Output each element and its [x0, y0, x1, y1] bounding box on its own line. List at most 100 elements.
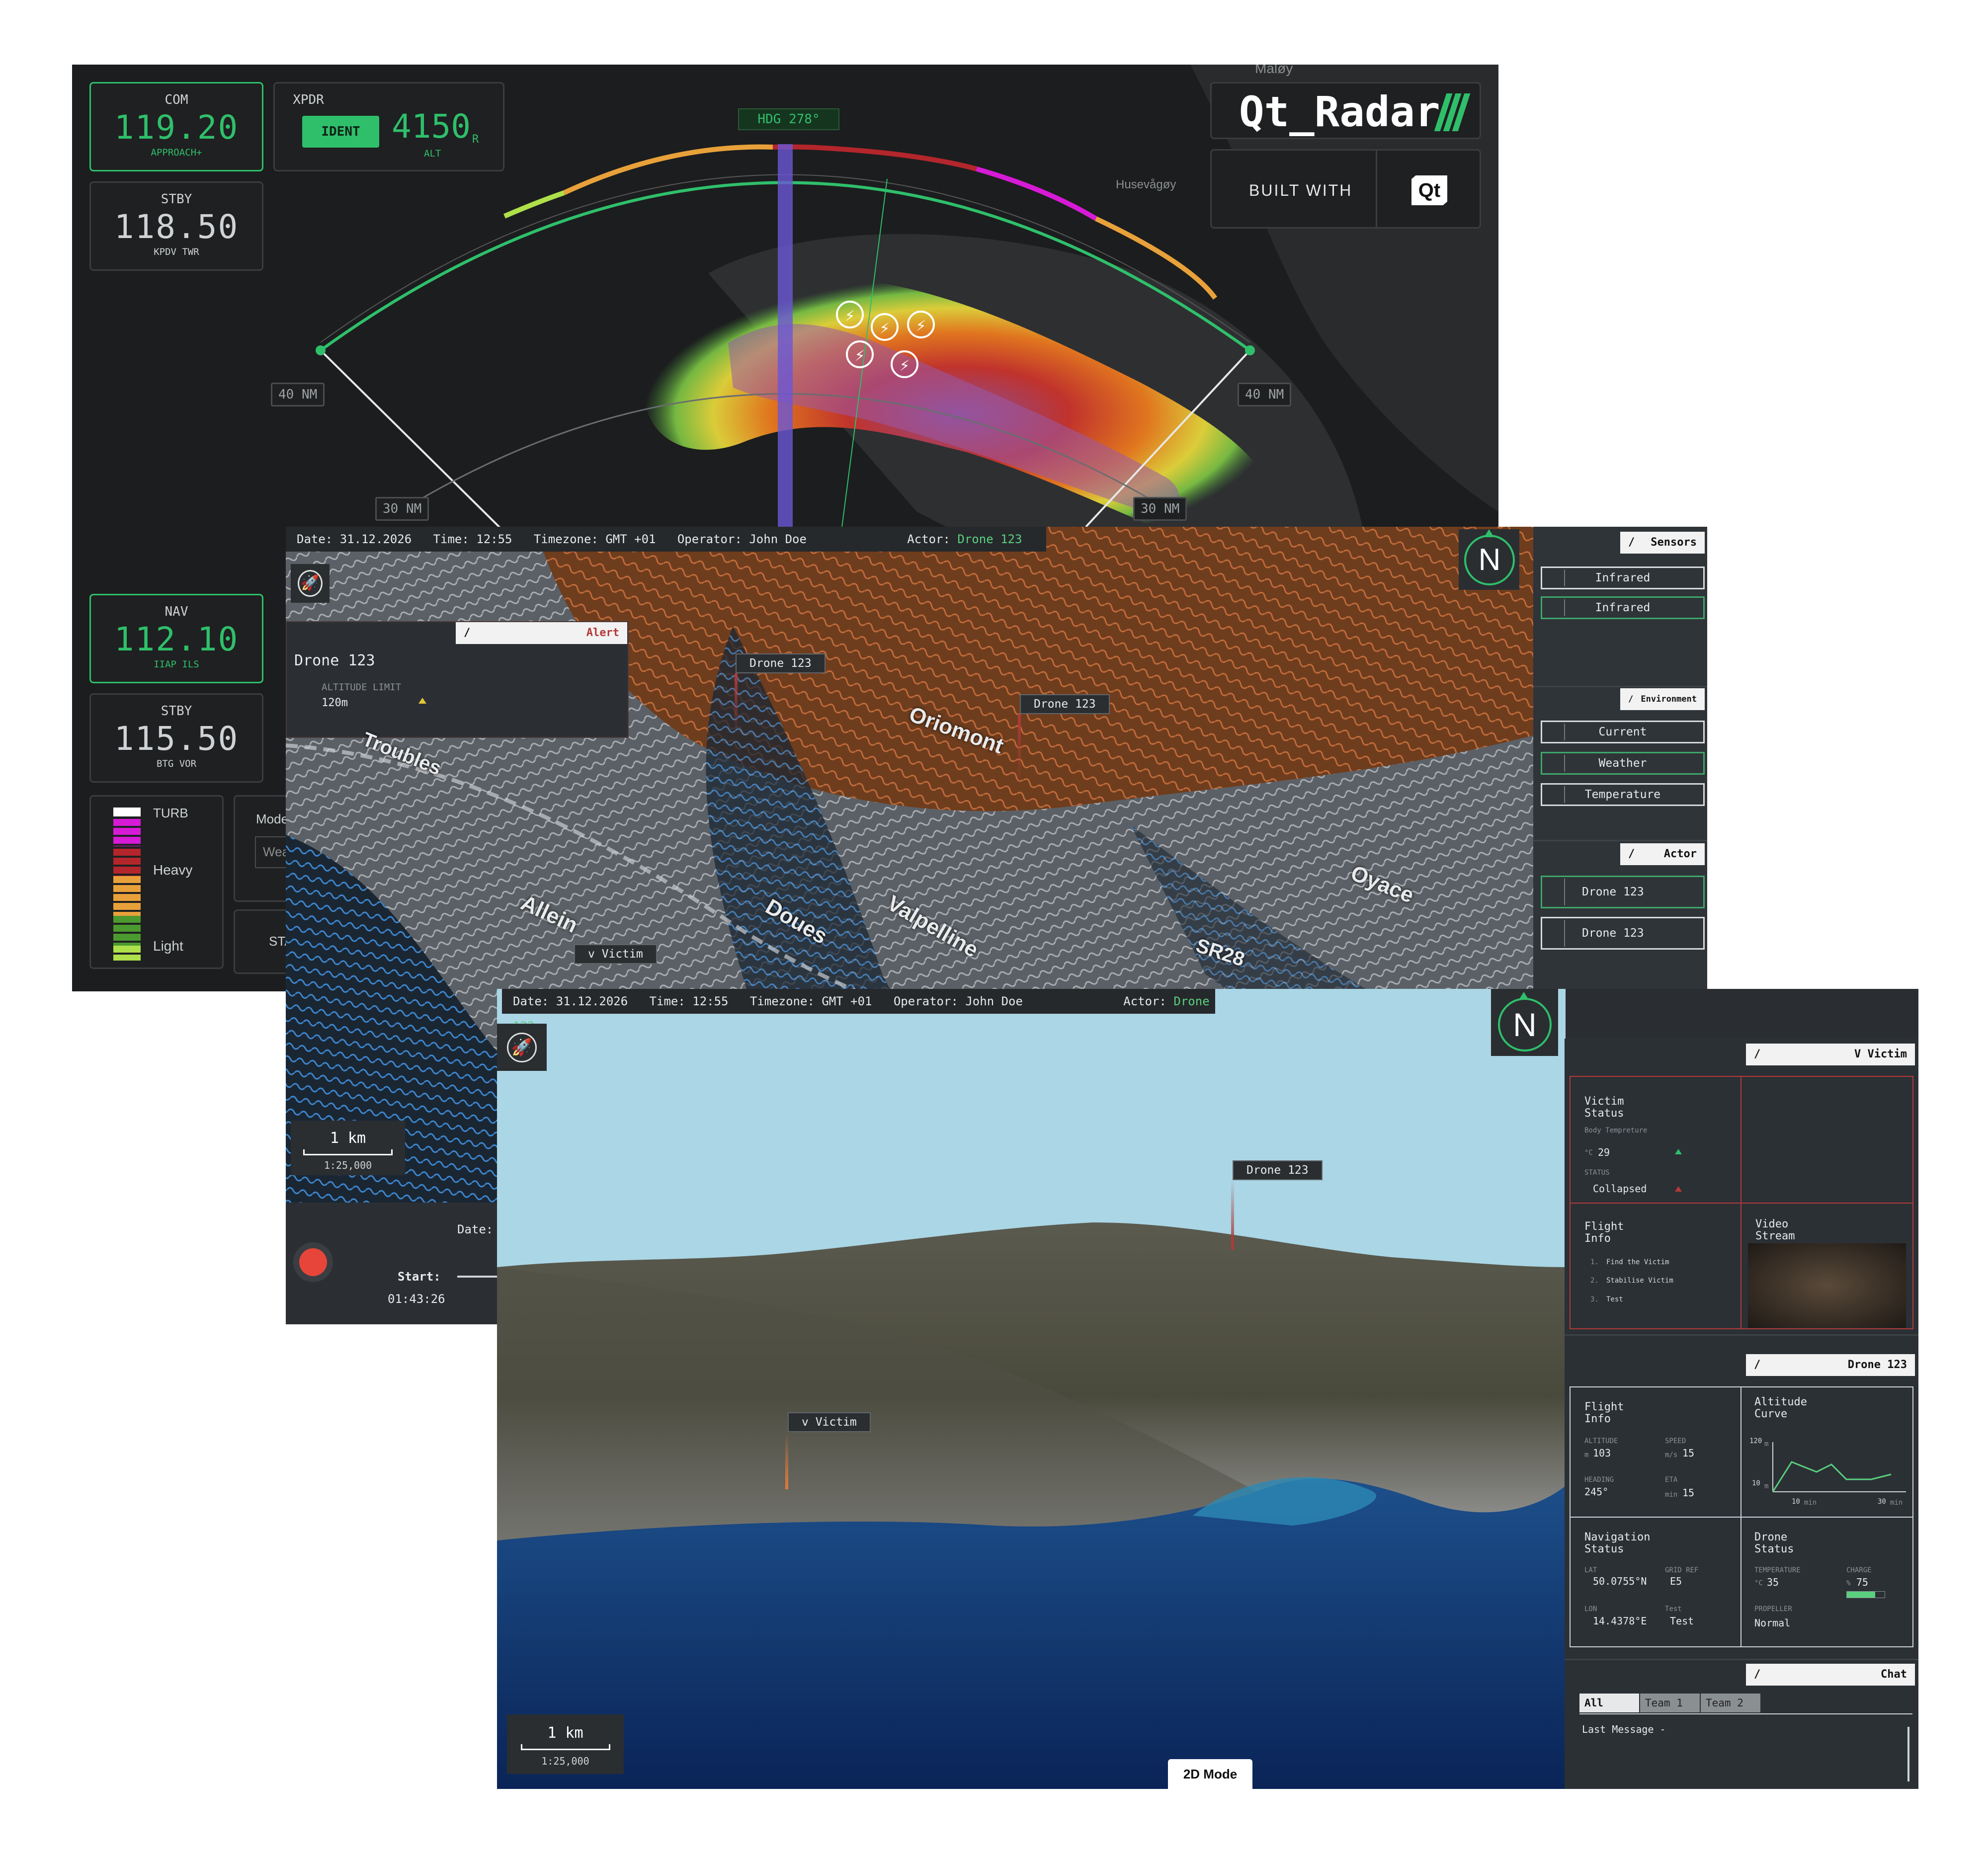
- lightning-icon: ⚡: [891, 350, 918, 378]
- actor-drone-button[interactable]: Drone 123: [1541, 917, 1705, 950]
- xpdr-panel: XPDR IDENT 4150 R ALT: [273, 82, 504, 171]
- alt-curve-y-unit: m: [1764, 1440, 1769, 1448]
- drone-icon: [1544, 879, 1565, 905]
- altitude-unit: m: [1584, 1451, 1589, 1459]
- 2d-mode-button[interactable]: 2D Mode: [1168, 1759, 1252, 1789]
- stby-sub: KPDV TWR: [154, 246, 199, 257]
- victim-title-bar: / V Victim: [1746, 1044, 1915, 1065]
- nav-sub: IIAP ILS: [154, 659, 199, 670]
- turbulence-legend: TURB Heavy Light: [89, 795, 224, 969]
- compass-button[interactable]: N: [1491, 989, 1558, 1056]
- record-button[interactable]: [293, 1242, 333, 1282]
- victim-marker-label[interactable]: v Victim: [574, 944, 657, 964]
- divider: [1571, 1517, 1912, 1518]
- chat-tab-team-2[interactable]: Team 2: [1701, 1694, 1760, 1712]
- current-icon: [1544, 724, 1565, 740]
- lat-value: 50.0755°N: [1593, 1575, 1647, 1587]
- mode-label: Mode: [256, 811, 289, 826]
- title-slash: /: [1754, 1359, 1761, 1371]
- speed-label: SPEED: [1665, 1437, 1686, 1445]
- mode-panel[interactable]: Mode Wea: [234, 795, 297, 902]
- place-name: Maløy: [1255, 65, 1293, 76]
- header-operator: Operator: John Doe: [893, 994, 1023, 1008]
- title-slash: /: [464, 627, 471, 639]
- alt-curve-x-tick: 10: [1792, 1498, 1800, 1506]
- stby-value: 118.50: [114, 208, 239, 246]
- title-slash: /: [1628, 694, 1634, 704]
- ident-button[interactable]: IDENT: [302, 116, 379, 148]
- legend-swatch: [113, 819, 141, 846]
- navigation-status-title: Navigation Status: [1584, 1531, 1651, 1555]
- charge-value: 75: [1856, 1576, 1869, 1588]
- temperature-value: 35: [1767, 1576, 1779, 1588]
- rocket-logo-button[interactable]: 🚀: [497, 1024, 547, 1071]
- grid-ref-label: GRID REF: [1665, 1566, 1699, 1574]
- env-weather-button[interactable]: Weather: [1541, 752, 1705, 775]
- drone-panel: Flight Info ALTITUDE m 103 SPEED m/s 15 …: [1570, 1386, 1913, 1647]
- actor-drone-button[interactable]: Drone 123: [1541, 876, 1705, 908]
- playback-date-label: Date:: [457, 1222, 494, 1236]
- stby-sub: BTG VOR: [156, 758, 197, 769]
- divider: [1376, 151, 1377, 227]
- eta-unit: min: [1665, 1491, 1678, 1499]
- title-slash: /: [1628, 848, 1635, 860]
- qt-logo: Qt: [1411, 175, 1447, 205]
- env-temperature-button[interactable]: Temperature: [1541, 783, 1705, 806]
- divider: [1533, 840, 1707, 841]
- stby-frequency[interactable]: STBY 118.50 KPDV TWR: [89, 181, 263, 271]
- environment-title-bar: / Environment: [1620, 688, 1705, 710]
- env-current-button[interactable]: Current: [1541, 721, 1705, 743]
- compass-arrow-icon: [1519, 992, 1529, 1000]
- heading-label: HEADING: [1584, 1476, 1614, 1484]
- actor-title-bar: / Actor: [1620, 843, 1705, 865]
- header-actor-label: Actor:: [907, 532, 950, 546]
- rocket-logo-button[interactable]: 🚀: [291, 564, 330, 603]
- scale-ratio: 1:25,000: [541, 1755, 589, 1767]
- com-frequency[interactable]: COM 119.20 APPROACH+: [89, 82, 263, 171]
- step-number: 2.: [1590, 1277, 1599, 1285]
- sensor-infrared-button[interactable]: Infrared: [1541, 596, 1705, 619]
- map-header: Date: 31.12.2026 Time: 12:55 Timezone: G…: [286, 527, 1046, 552]
- victim-marker-label[interactable]: v Victim: [788, 1412, 871, 1432]
- compass-button[interactable]: N: [1459, 529, 1519, 590]
- chat-tab-all[interactable]: All: [1579, 1694, 1639, 1712]
- terrain-3d-view[interactable]: [497, 989, 1566, 1789]
- drone-marker-label[interactable]: Drone 123: [1020, 694, 1110, 714]
- eta-label: ETA: [1665, 1476, 1678, 1484]
- video-stream-feed[interactable]: [1748, 1243, 1906, 1328]
- temperature-unit: °C: [1754, 1579, 1763, 1587]
- scale-distance: 1 km: [330, 1130, 366, 1147]
- legend-swatch: [113, 876, 141, 916]
- alert-panel: / Alert Drone 123 ALTITUDE LIMIT 120m: [286, 621, 629, 738]
- view-3d-window: Date: 31.12.2026 Time: 12:55 Timezone: G…: [497, 989, 1918, 1789]
- divider: [1533, 686, 1707, 687]
- drone-marker-label[interactable]: Drone 123: [736, 653, 826, 673]
- stby-value: 115.50: [114, 720, 239, 758]
- nav-frequency[interactable]: NAV 112.10 IIAP ILS: [89, 594, 263, 683]
- header-actor-value: Drone 123: [957, 532, 1022, 546]
- stby-nav-frequency[interactable]: STBY 115.50 BTG VOR: [89, 693, 263, 783]
- chat-tab-team-1[interactable]: Team 1: [1640, 1694, 1700, 1712]
- thermometer-icon: [1544, 786, 1565, 803]
- start-panel[interactable]: STA: [234, 909, 293, 974]
- drone-title: Drone 123: [1847, 1359, 1907, 1371]
- victim-status-title: Victim Status: [1584, 1095, 1624, 1120]
- nav-label: NAV: [165, 604, 188, 619]
- stby-label: STBY: [161, 704, 192, 719]
- lon-label: LON: [1584, 1605, 1597, 1613]
- drone-marker-label[interactable]: Drone 123: [1233, 1160, 1323, 1180]
- altitude-curve-title: Altitude Curve: [1754, 1396, 1807, 1420]
- sensor-infrared-button[interactable]: Infrared: [1541, 566, 1705, 589]
- flight-info-title: Flight Info: [1584, 1220, 1624, 1245]
- altitude-curve-chart: [1772, 1442, 1906, 1492]
- playback-start-time: 01:43:26: [388, 1292, 445, 1306]
- chat-last-message: Last Message -: [1582, 1723, 1666, 1735]
- xpdr-code: 4150: [392, 107, 471, 146]
- alert-limit-value: 120m: [322, 697, 348, 709]
- chat-scrollbar[interactable]: [1907, 1727, 1909, 1781]
- com-value: 119.20: [114, 108, 239, 147]
- timeline-slider[interactable]: [457, 1276, 497, 1278]
- status-value: Collapsed: [1593, 1183, 1647, 1195]
- compass-n-icon: N: [1498, 998, 1552, 1051]
- header-date: Date: 31.12.2026: [297, 532, 412, 546]
